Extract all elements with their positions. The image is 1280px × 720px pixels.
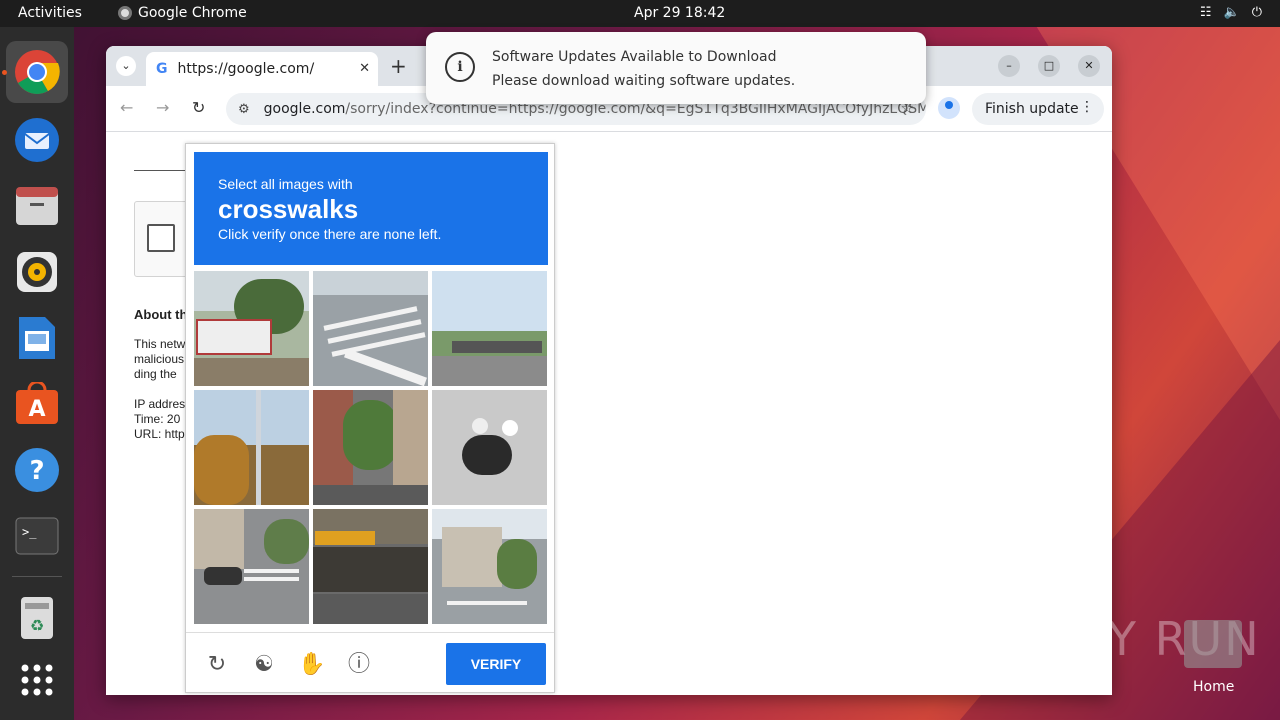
kebab-menu-icon[interactable]: ⋮ [1080,99,1094,115]
dock-app-grid[interactable] [6,649,68,711]
dock-chrome[interactable] [2,41,68,103]
audio-challenge-icon[interactable]: ☯ [251,651,277,677]
dock-terminal[interactable]: >_ [6,505,68,567]
captcha-tile[interactable] [432,509,547,624]
dock-rhythmbox[interactable] [6,241,68,303]
google-favicon-icon: G [156,61,168,77]
notification-banner[interactable]: i Software Updates Available to Download… [426,32,926,104]
site-info-icon[interactable]: ⚙ [238,102,250,117]
svg-text:?: ? [29,456,44,486]
captcha-tile[interactable] [194,509,309,624]
close-window-button[interactable]: ✕ [1078,55,1100,77]
dock-files[interactable] [6,175,68,237]
tab-close-icon[interactable]: ✕ [359,61,370,76]
captcha-target-word: crosswalks [218,194,359,224]
terminal-icon: >_ [15,517,59,555]
captcha-image-grid [194,271,548,625]
tab-title: https://google.com/ [177,61,315,77]
captcha-challenge: Select all images with crosswalks Click … [185,143,555,693]
captcha-tile[interactable] [194,271,309,386]
volume-icon: 🔈 [1223,5,1240,20]
minimize-button[interactable]: – [998,55,1020,77]
profile-avatar[interactable] [938,97,960,119]
reload-icon[interactable]: ↻ [192,98,205,117]
captcha-tile[interactable] [313,509,428,624]
home-folder-icon[interactable] [1184,620,1242,668]
thunderbird-icon [15,118,59,162]
notification-body: Please download waiting software updates… [492,73,796,89]
captcha-instruction: Select all images with [218,176,353,192]
dock-trash[interactable]: ♻ [6,587,68,649]
info-icon: i [445,52,475,82]
trash-icon: ♻ [21,597,53,639]
activities-button[interactable]: Activities [18,5,82,21]
system-tray[interactable]: ☷ 🔈 ⏻ [1200,5,1262,20]
help-icon: ? [15,448,59,492]
new-tab-button[interactable]: + [390,54,407,78]
notification-title: Software Updates Available to Download [492,49,777,65]
captcha-subinstruction: Click verify once there are none left. [218,226,442,242]
info-icon[interactable]: ⓘ [346,651,372,677]
recaptcha-checkbox[interactable] [147,224,175,252]
chrome-icon [118,6,132,20]
app-menu[interactable]: Google Chrome [118,5,247,21]
dock: A ? >_ ♻ [0,27,74,720]
captcha-tile[interactable] [432,390,547,505]
captcha-tile[interactable] [313,390,428,505]
forward-arrow-icon[interactable]: → [156,98,169,117]
chrome-icon [15,50,60,94]
dock-writer[interactable] [6,307,68,369]
tab-search-button[interactable]: ⌄ [116,56,136,76]
svg-text:♻: ♻ [30,616,44,635]
captcha-tile[interactable] [432,271,547,386]
app-menu-label: Google Chrome [138,5,247,21]
hand-icon[interactable]: ✋ [298,651,325,677]
reload-challenge-icon[interactable]: ↻ [204,651,230,677]
captcha-footer: ↻ ☯ ✋ ⓘ VERIFY [186,632,554,692]
tab-google[interactable]: G https://google.com/ ✕ [146,52,378,86]
top-bar: Activities Google Chrome Apr 29 18:42 ☷ … [0,0,1280,27]
captcha-tile[interactable] [313,271,428,386]
svg-text:>_: >_ [22,525,37,539]
url-host: google.com [263,101,346,117]
verify-button[interactable]: VERIFY [446,643,546,685]
captcha-tile[interactable] [194,390,309,505]
clock[interactable]: Apr 29 18:42 [634,5,725,21]
writer-icon [19,317,55,359]
dock-separator [12,576,62,577]
power-icon: ⏻ [1251,5,1262,20]
dock-thunderbird[interactable] [6,109,68,171]
rhythmbox-icon [17,252,57,292]
dock-help[interactable]: ? [6,439,68,501]
running-indicator [2,70,7,75]
back-arrow-icon[interactable]: ← [120,98,133,117]
finish-update-button[interactable]: Finish update ⋮ [972,93,1104,125]
about-heading: About th [134,307,188,322]
captcha-header: Select all images with crosswalks Click … [194,152,548,265]
svg-text:A: A [28,397,45,422]
home-label: Home [1193,679,1235,695]
files-icon [16,187,58,225]
finish-update-label: Finish update [985,101,1079,117]
app-grid-icon [21,664,53,696]
software-icon: A [16,382,58,424]
network-icon: ☷ [1199,5,1212,20]
dock-software[interactable]: A [6,373,68,435]
maximize-button[interactable]: □ [1038,55,1060,77]
